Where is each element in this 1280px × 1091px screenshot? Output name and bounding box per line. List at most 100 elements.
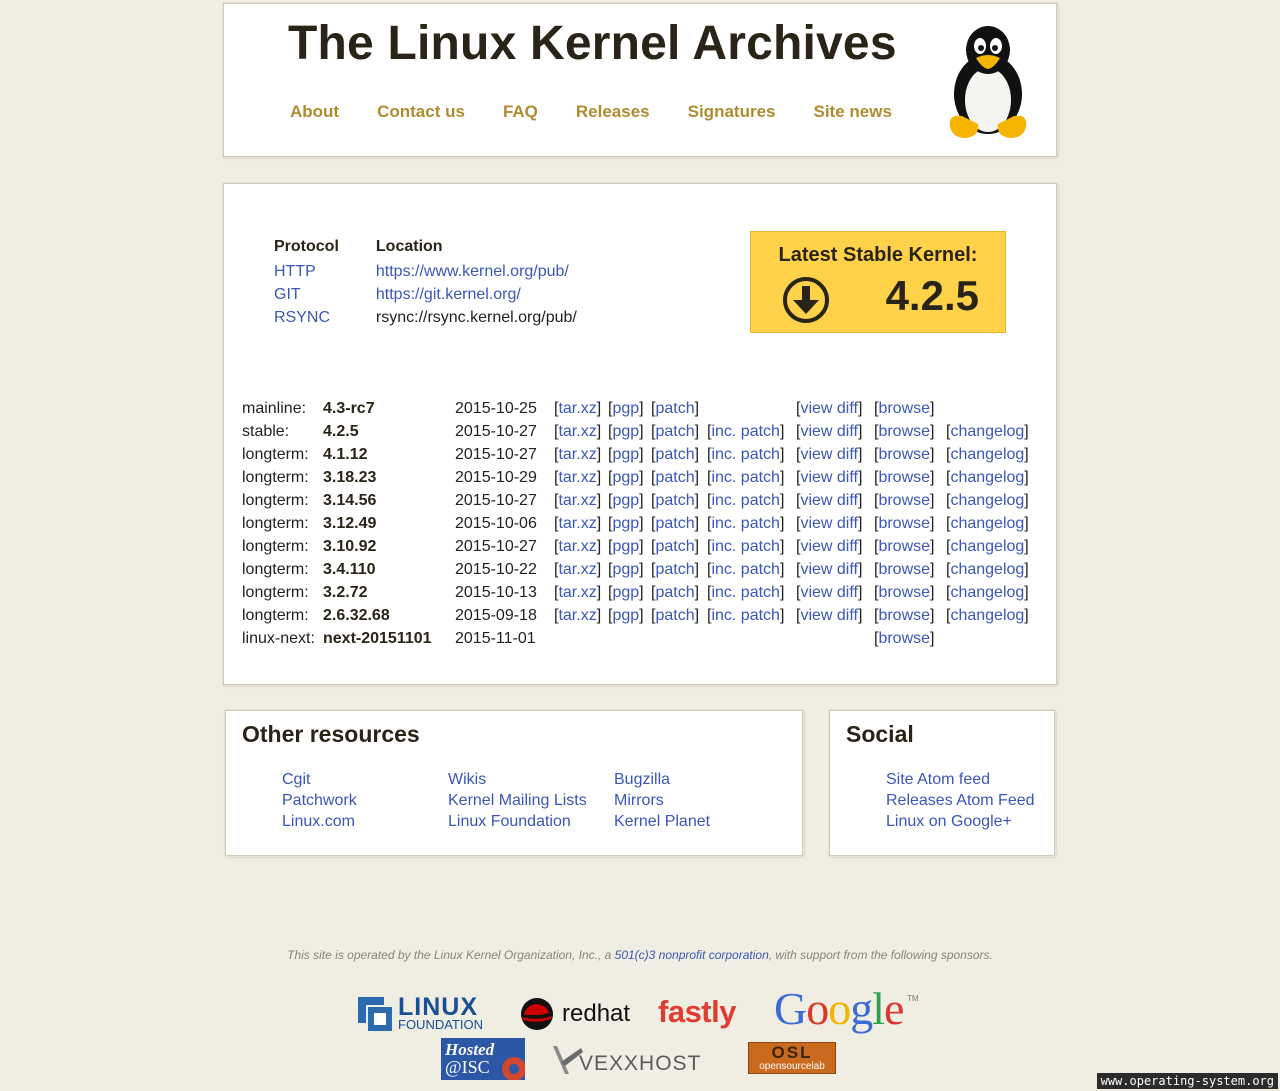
pgp-link[interactable]: pgp xyxy=(612,584,639,601)
incremental-patch-link[interactable]: inc. patch xyxy=(711,515,779,532)
location-http[interactable]: https://www.kernel.org/pub/ xyxy=(376,263,569,280)
tarball-link[interactable]: tar.xz xyxy=(558,400,596,417)
patch-link[interactable]: patch xyxy=(655,446,694,463)
tarball-link[interactable]: tar.xz xyxy=(558,607,596,624)
patch-link[interactable]: patch xyxy=(655,492,694,509)
nav-releases[interactable]: Releases xyxy=(576,102,650,121)
browse-link[interactable]: browse xyxy=(878,561,930,578)
changelog-link[interactable]: changelog xyxy=(950,423,1024,440)
location-git[interactable]: https://git.kernel.org/ xyxy=(376,286,521,303)
protocol-git[interactable]: GIT xyxy=(274,286,301,303)
pgp-link[interactable]: pgp xyxy=(612,515,639,532)
protocol-rsync[interactable]: RSYNC xyxy=(274,309,330,326)
download-circle-icon[interactable] xyxy=(781,275,831,325)
view-diff-link[interactable]: view diff xyxy=(800,561,858,578)
changelog-link[interactable]: changelog xyxy=(950,584,1024,601)
link-patchwork[interactable]: Patchwork xyxy=(282,790,357,811)
tarball-link[interactable]: tar.xz xyxy=(558,561,596,578)
patch-link[interactable]: patch xyxy=(655,423,694,440)
link-linux-foundation[interactable]: Linux Foundation xyxy=(448,811,587,832)
sponsor-google[interactable]: Google TM xyxy=(774,982,924,1034)
changelog-link[interactable]: changelog xyxy=(950,538,1024,555)
tarball-link[interactable]: tar.xz xyxy=(558,423,596,440)
sponsor-redhat[interactable]: redhat xyxy=(520,996,630,1032)
changelog-link[interactable]: changelog xyxy=(950,492,1024,509)
protocol-http[interactable]: HTTP xyxy=(274,263,316,280)
incremental-patch-link[interactable]: inc. patch xyxy=(711,538,779,555)
patch-link[interactable]: patch xyxy=(655,400,694,417)
tarball-link[interactable]: tar.xz xyxy=(558,446,596,463)
view-diff-link[interactable]: view diff xyxy=(800,423,858,440)
sponsor-isc[interactable]: Hosted @ISC xyxy=(441,1038,525,1080)
incremental-patch-link[interactable]: inc. patch xyxy=(711,469,779,486)
tarball-link[interactable]: tar.xz xyxy=(558,469,596,486)
browse-link[interactable]: browse xyxy=(878,538,930,555)
browse-link[interactable]: browse xyxy=(878,607,930,624)
browse-link[interactable]: browse xyxy=(878,446,930,463)
link-kernel-planet[interactable]: Kernel Planet xyxy=(614,811,710,832)
patch-link[interactable]: patch xyxy=(655,607,694,624)
patch-link[interactable]: patch xyxy=(655,469,694,486)
changelog-link[interactable]: changelog xyxy=(950,469,1024,486)
view-diff-link[interactable]: view diff xyxy=(800,538,858,555)
view-diff-link[interactable]: view diff xyxy=(800,469,858,486)
nav-about[interactable]: About xyxy=(290,102,339,121)
link-mailing-lists[interactable]: Kernel Mailing Lists xyxy=(448,790,587,811)
nav-faq[interactable]: FAQ xyxy=(503,102,538,121)
browse-link[interactable]: browse xyxy=(878,469,930,486)
tarball-link[interactable]: tar.xz xyxy=(558,492,596,509)
view-diff-link[interactable]: view diff xyxy=(800,584,858,601)
browse-link[interactable]: browse xyxy=(878,515,930,532)
patch-link[interactable]: patch xyxy=(655,584,694,601)
pgp-link[interactable]: pgp xyxy=(612,538,639,555)
link-bugzilla[interactable]: Bugzilla xyxy=(614,769,710,790)
tarball-link[interactable]: tar.xz xyxy=(558,515,596,532)
link-releases-atom-feed[interactable]: Releases Atom Feed xyxy=(886,790,1035,811)
link-cgit[interactable]: Cgit xyxy=(282,769,357,790)
browse-link[interactable]: browse xyxy=(878,630,930,647)
incremental-patch-link[interactable]: inc. patch xyxy=(711,423,779,440)
link-mirrors[interactable]: Mirrors xyxy=(614,790,710,811)
pgp-link[interactable]: pgp xyxy=(612,492,639,509)
view-diff-link[interactable]: view diff xyxy=(800,446,858,463)
sponsor-vexxhost[interactable]: VEXXHOST xyxy=(553,1044,723,1078)
browse-link[interactable]: browse xyxy=(878,423,930,440)
nav-contact[interactable]: Contact us xyxy=(377,102,465,121)
sponsor-fastly[interactable]: fastly xyxy=(658,994,748,1030)
link-site-atom-feed[interactable]: Site Atom feed xyxy=(886,769,1035,790)
pgp-link[interactable]: pgp xyxy=(612,423,639,440)
pgp-link[interactable]: pgp xyxy=(612,400,639,417)
browse-link[interactable]: browse xyxy=(878,584,930,601)
pgp-link[interactable]: pgp xyxy=(612,607,639,624)
pgp-link[interactable]: pgp xyxy=(612,561,639,578)
pgp-link[interactable]: pgp xyxy=(612,446,639,463)
changelog-link[interactable]: changelog xyxy=(950,607,1024,624)
incremental-patch-link[interactable]: inc. patch xyxy=(711,584,779,601)
nav-signatures[interactable]: Signatures xyxy=(688,102,776,121)
sponsor-osl[interactable]: OSL opensourcelab xyxy=(748,1042,836,1074)
pgp-link[interactable]: pgp xyxy=(612,469,639,486)
sponsor-linux-foundation[interactable]: LINUX FOUNDATION xyxy=(358,993,492,1032)
tarball-link[interactable]: tar.xz xyxy=(558,584,596,601)
view-diff-link[interactable]: view diff xyxy=(800,492,858,509)
nonprofit-link[interactable]: 501(c)3 nonprofit corporation xyxy=(615,948,769,962)
changelog-link[interactable]: changelog xyxy=(950,446,1024,463)
view-diff-link[interactable]: view diff xyxy=(800,515,858,532)
view-diff-link[interactable]: view diff xyxy=(800,607,858,624)
patch-link[interactable]: patch xyxy=(655,538,694,555)
patch-link[interactable]: patch xyxy=(655,515,694,532)
view-diff-link[interactable]: view diff xyxy=(800,400,858,417)
browse-link[interactable]: browse xyxy=(878,492,930,509)
changelog-link[interactable]: changelog xyxy=(950,515,1024,532)
incremental-patch-link[interactable]: inc. patch xyxy=(711,492,779,509)
changelog-link[interactable]: changelog xyxy=(950,561,1024,578)
link-wikis[interactable]: Wikis xyxy=(448,769,587,790)
incremental-patch-link[interactable]: inc. patch xyxy=(711,561,779,578)
nav-site-news[interactable]: Site news xyxy=(813,102,891,121)
latest-stable-kernel[interactable]: Latest Stable Kernel: 4.2.5 xyxy=(750,231,1006,333)
incremental-patch-link[interactable]: inc. patch xyxy=(711,446,779,463)
incremental-patch-link[interactable]: inc. patch xyxy=(711,607,779,624)
patch-link[interactable]: patch xyxy=(655,561,694,578)
link-linux-com[interactable]: Linux.com xyxy=(282,811,357,832)
browse-link[interactable]: browse xyxy=(878,400,930,417)
